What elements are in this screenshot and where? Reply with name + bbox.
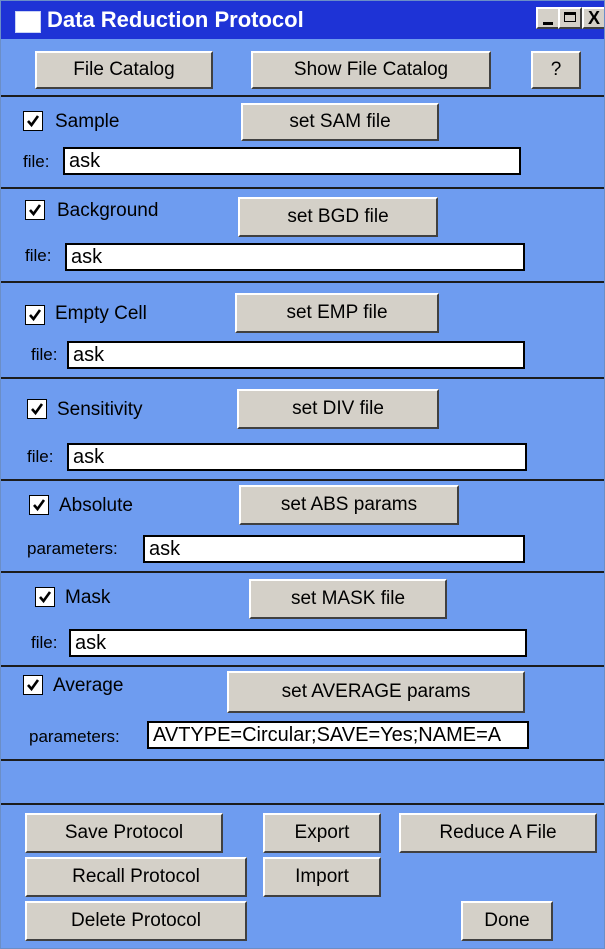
maximize-button[interactable] xyxy=(558,7,582,29)
empty-cell-label: Empty Cell xyxy=(55,303,147,324)
close-icon: X xyxy=(587,8,600,28)
background-file-field[interactable]: ask xyxy=(65,243,525,271)
recall-protocol-button[interactable]: Recall Protocol xyxy=(25,857,247,897)
separator xyxy=(1,281,604,283)
mask-label: Mask xyxy=(65,587,111,608)
checkmark-icon xyxy=(31,403,44,416)
absolute-parameters-field[interactable]: ask xyxy=(143,535,525,563)
empty-cell-checkbox[interactable] xyxy=(25,305,45,325)
mask-checkbox[interactable] xyxy=(35,587,55,607)
import-button[interactable]: Import xyxy=(263,857,381,897)
average-parameters-label: parameters: xyxy=(29,727,120,746)
checkmark-icon xyxy=(29,309,42,322)
average-parameters-field[interactable]: AVTYPE=Circular;SAVE=Yes;NAME=A xyxy=(147,721,529,749)
separator xyxy=(1,665,604,667)
set-div-file-button[interactable]: set DIV file xyxy=(237,389,439,429)
mask-file-label: file: xyxy=(31,633,58,652)
set-emp-file-button[interactable]: set EMP file xyxy=(235,293,439,333)
help-button[interactable]: ? xyxy=(531,51,581,89)
checkmark-icon xyxy=(39,591,52,604)
average-checkbox[interactable] xyxy=(23,675,43,695)
sensitivity-file-field[interactable]: ask xyxy=(67,443,527,471)
separator xyxy=(1,803,604,805)
checkmark-icon xyxy=(27,679,40,692)
checkmark-icon xyxy=(27,115,40,128)
checkmark-icon xyxy=(33,499,46,512)
sensitivity-file-label: file: xyxy=(27,447,54,466)
sample-file-label: file: xyxy=(23,152,50,171)
sensitivity-label: Sensitivity xyxy=(57,399,143,420)
separator xyxy=(1,571,604,573)
show-file-catalog-button[interactable]: Show File Catalog xyxy=(251,51,491,89)
set-sam-file-button[interactable]: set SAM file xyxy=(241,103,439,141)
file-catalog-button[interactable]: File Catalog xyxy=(35,51,213,89)
separator xyxy=(1,377,604,379)
set-abs-params-button[interactable]: set ABS params xyxy=(239,485,459,525)
set-mask-file-button[interactable]: set MASK file xyxy=(249,579,447,619)
sensitivity-checkbox[interactable] xyxy=(27,399,47,419)
separator xyxy=(1,479,604,481)
mask-file-field[interactable]: ask xyxy=(69,629,527,657)
save-protocol-button[interactable]: Save Protocol xyxy=(25,813,223,853)
set-bgd-file-button[interactable]: set BGD file xyxy=(238,197,438,237)
empty-cell-file-label: file: xyxy=(31,345,58,364)
maximize-icon xyxy=(564,12,576,22)
minimize-button[interactable] xyxy=(536,7,560,29)
absolute-label: Absolute xyxy=(59,495,133,516)
absolute-parameters-label: parameters: xyxy=(27,539,118,558)
background-label: Background xyxy=(57,200,159,221)
background-checkbox[interactable] xyxy=(25,200,45,220)
absolute-checkbox[interactable] xyxy=(29,495,49,515)
close-button[interactable]: X xyxy=(582,7,604,29)
empty-cell-file-field[interactable]: ask xyxy=(67,341,525,369)
separator xyxy=(1,95,604,97)
sample-checkbox[interactable] xyxy=(23,111,43,131)
sample-file-field[interactable]: ask xyxy=(63,147,521,175)
average-label: Average xyxy=(53,675,124,696)
window-title: Data Reduction Protocol xyxy=(47,7,304,32)
separator xyxy=(1,759,604,761)
background-file-label: file: xyxy=(25,246,52,265)
separator xyxy=(1,187,604,189)
data-reduction-protocol-window: Data Reduction Protocol X File Catalog S… xyxy=(0,0,605,949)
sample-label: Sample xyxy=(55,111,120,132)
delete-protocol-button[interactable]: Delete Protocol xyxy=(25,901,247,941)
checkmark-icon xyxy=(29,204,42,217)
minimize-icon xyxy=(543,22,553,25)
export-button[interactable]: Export xyxy=(263,813,381,853)
set-average-params-button[interactable]: set AVERAGE params xyxy=(227,671,525,713)
title-bar[interactable]: Data Reduction Protocol X xyxy=(1,1,604,39)
app-icon xyxy=(15,11,41,33)
reduce-a-file-button[interactable]: Reduce A File xyxy=(399,813,597,853)
done-button[interactable]: Done xyxy=(461,901,553,941)
